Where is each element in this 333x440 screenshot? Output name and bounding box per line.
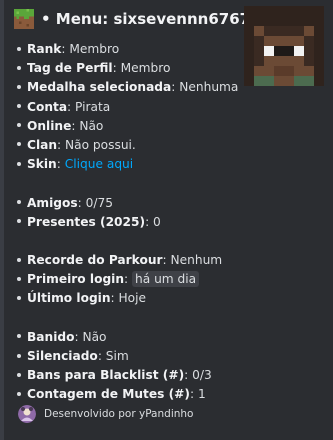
field-value: 0/3 [192,368,212,383]
field-value: Nenhuma [179,80,239,95]
field-ultimo-login: Último login: Hoje [14,289,244,308]
field-bans-blacklist: Bans para Blacklist (#): 0/3 [14,366,244,385]
field-label: Skin [27,157,57,172]
field-value: Membro [69,42,120,56]
bullet [17,219,21,224]
bullet [17,295,21,300]
bullet [17,276,21,281]
profile-fields: Rank: Membro Tag de Perfil: Membro Medal… [14,40,244,405]
field-tag-de-perfil: Tag de Perfil: Membro [14,59,244,78]
field-rank: Rank: Membro [14,40,244,59]
field-value: 1 [197,387,206,402]
footer-text: Desenvolvido por yPandinho [44,408,194,420]
bullet [17,65,21,70]
bullet [17,123,21,128]
bullet [17,334,21,339]
timestamp-value: há um dia [132,271,200,288]
embed-card: • Menu: sixsevennn6767br Rank: Membro Ta… [0,0,333,440]
bullet [17,142,21,147]
field-label: Recorde do Parkour [27,253,163,268]
field-label: Clan [27,137,58,152]
bullet [17,104,21,109]
field-value: Nenhum [170,253,223,268]
field-label: Medalha selecionada [27,80,172,95]
field-online: Online: Não [14,117,244,136]
field-silenciado: Silenciado: Sim [14,347,244,366]
field-value: 0/75 [85,195,114,210]
bullet [17,200,21,204]
field-label: Online [27,118,72,133]
bullet [17,372,21,377]
field-recorde-parkour: Recorde do Parkour: Nenhum [14,251,244,270]
field-value: Membro [120,61,171,76]
embed-title: • Menu: sixsevennn6767br [41,10,269,28]
field-amigos: Amigos: 0/75 [14,194,244,213]
field-value: 0 [153,214,161,229]
field-label: Silenciado [27,349,98,363]
field-value: Sim [105,349,129,363]
field-presentes: Presentes (2025): 0 [14,213,244,232]
field-label: Contagem de Mutes (#) [27,387,190,402]
field-label: Banido [27,329,75,344]
field-medalha: Medalha selecionada: Nenhuma [14,78,244,97]
field-value: Hoje [118,291,147,306]
field-label: Tag de Perfil [27,61,113,76]
field-value: Não [82,329,107,344]
bullet [17,46,21,51]
field-label: Primeiro login [27,272,125,287]
grass-block-icon [14,9,34,29]
field-contagem-mutes: Contagem de Mutes (#): 1 [14,385,244,404]
bullet [17,84,21,89]
embed-header: • Menu: sixsevennn6767br [14,9,268,29]
skin-link[interactable]: Clique aqui [65,157,133,171]
field-label: Último login [27,291,111,306]
field-label: Presentes (2025) [27,214,146,229]
bullet [17,391,21,396]
embed-footer: Desenvolvido por yPandinho [18,405,193,423]
field-label: Amigos [27,195,78,210]
player-skin-head [244,6,324,86]
field-conta: Conta: Pirata [14,98,244,117]
field-label: Rank [27,42,62,56]
field-skin: Skin: Clique aqui [14,155,244,174]
developer-avatar-icon [18,405,36,423]
bullet [17,353,21,358]
field-value: Não possui. [65,137,136,152]
bullet [17,161,21,166]
field-primeiro-login: Primeiro login: há um dia [14,270,244,289]
field-clan: Clan: Não possui. [14,136,244,155]
field-value: Pirata [75,99,111,114]
field-banido: Banido: Não [14,328,244,347]
bullet [17,257,21,262]
field-label: Conta [27,99,68,114]
field-value: Não [79,118,104,133]
field-label: Bans para Blacklist (#) [27,368,185,383]
